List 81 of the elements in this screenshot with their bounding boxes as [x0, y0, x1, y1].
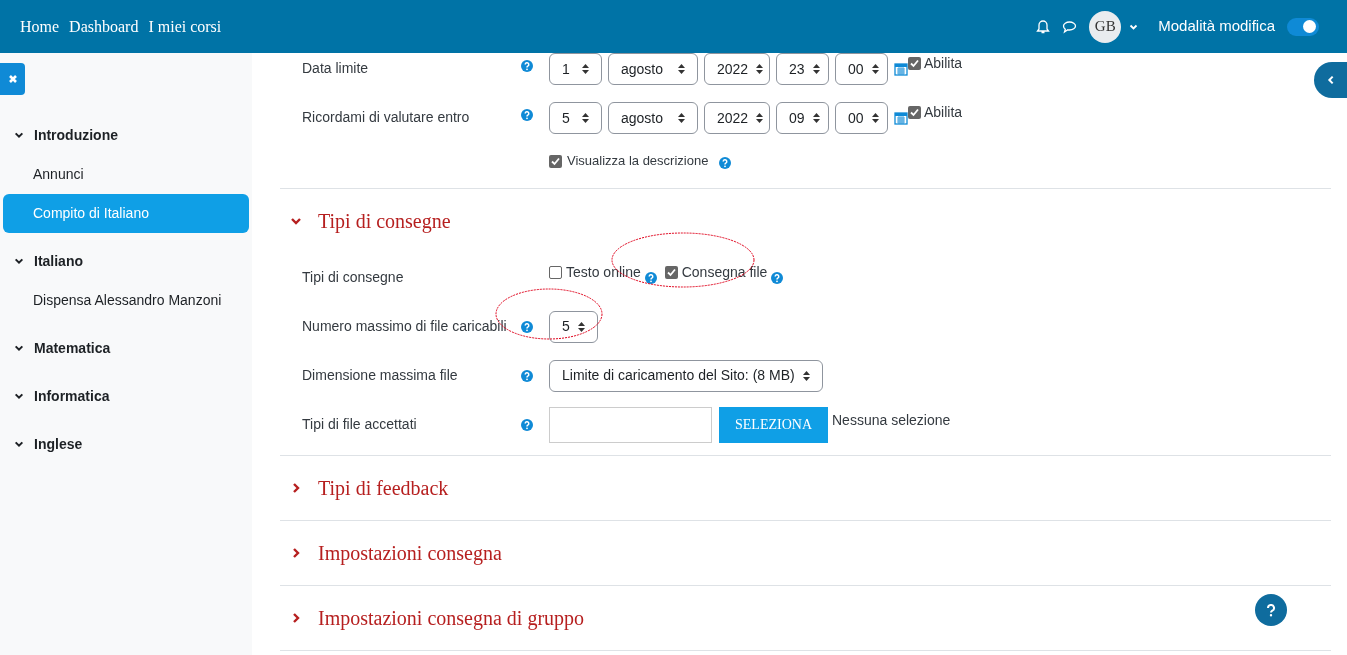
- edit-mode-label: Modalità modifica: [1158, 16, 1275, 37]
- close-icon: [7, 74, 18, 84]
- help-icon[interactable]: [521, 320, 533, 333]
- field-label: Tipi di file accettati: [302, 415, 418, 434]
- checkbox[interactable]: [908, 106, 921, 119]
- checkbox-label: Abilita: [924, 54, 963, 73]
- help-button[interactable]: [1255, 594, 1287, 626]
- checkbox-label: Abilita: [924, 103, 963, 122]
- drawer-toggle-button[interactable]: [1314, 62, 1347, 98]
- section-title[interactable]: Introduzione: [34, 124, 118, 146]
- help-icon[interactable]: [644, 271, 657, 284]
- field-label: Numero massimo di file caricabili: [302, 317, 508, 336]
- section-title[interactable]: Matematica: [34, 337, 111, 359]
- user-avatar[interactable]: GB: [1089, 10, 1122, 43]
- nav-link[interactable]: Dashboard: [69, 14, 139, 39]
- updown-icon: [582, 64, 589, 74]
- chat-icon[interactable]: [1062, 19, 1078, 34]
- close-drawer-button[interactable]: [0, 63, 25, 95]
- section-title[interactable]: Informatica: [34, 385, 110, 407]
- select-field[interactable]: 00: [835, 102, 888, 134]
- select-field[interactable]: 5: [549, 310, 598, 343]
- checkbox[interactable]: [549, 154, 562, 168]
- field-label: Data limite: [302, 59, 370, 78]
- nav-link[interactable]: I miei corsi: [148, 14, 222, 39]
- file-types-field[interactable]: [549, 406, 712, 443]
- help-icon[interactable]: [521, 60, 533, 72]
- field-label: Ricordami di valutare entro: [302, 108, 471, 127]
- help-icon: [1266, 603, 1276, 617]
- updown-icon: [802, 370, 810, 381]
- select-field[interactable]: 23: [776, 53, 829, 85]
- section-title[interactable]: Italiano: [34, 250, 83, 272]
- help-icon[interactable]: [719, 156, 732, 169]
- checkbox-label: Visualizza la descrizione: [567, 152, 709, 171]
- bell-icon[interactable]: [1036, 19, 1051, 34]
- checkbox-label: Testo online: [566, 263, 641, 282]
- help-icon[interactable]: [521, 109, 533, 121]
- checkbox[interactable]: [908, 57, 921, 70]
- help-icon[interactable]: [521, 369, 533, 382]
- select-field[interactable]: 2022: [704, 102, 770, 134]
- select-field[interactable]: agosto: [608, 102, 698, 134]
- select-field[interactable]: agosto: [608, 53, 698, 85]
- updown-icon: [756, 113, 764, 123]
- field-label: Dimensione massima file: [302, 366, 459, 385]
- chevron-right-icon[interactable]: [1325, 74, 1336, 86]
- chevron-right-icon[interactable]: [290, 482, 302, 494]
- select-field[interactable]: 00: [835, 53, 888, 85]
- selection-status: Nessuna selezione: [832, 411, 951, 430]
- field-label: Tipi di consegne: [302, 268, 405, 287]
- select-field[interactable]: 2022: [704, 53, 770, 85]
- chevron-right-icon[interactable]: [290, 547, 302, 559]
- help-icon[interactable]: [771, 271, 784, 284]
- updown-icon: [756, 64, 764, 74]
- section-heading[interactable]: Impostazioni consegna di gruppo: [318, 603, 585, 633]
- section-heading[interactable]: Impostazioni consegna: [318, 538, 502, 568]
- updown-icon: [871, 113, 879, 123]
- checkbox-label: Consegna file: [681, 263, 768, 282]
- edit-mode-switch[interactable]: [1287, 17, 1319, 36]
- section-heading[interactable]: Tipi di feedback: [318, 473, 449, 503]
- updown-icon: [812, 113, 820, 123]
- chevron-down-icon[interactable]: [290, 215, 302, 227]
- updown-icon: [678, 113, 685, 123]
- section-title[interactable]: Inglese: [34, 433, 83, 455]
- nav-link[interactable]: Home: [20, 14, 60, 39]
- updown-icon: [582, 113, 589, 123]
- select-field[interactable]: 1: [549, 53, 602, 85]
- checkbox[interactable]: [664, 266, 678, 279]
- help-icon[interactable]: [521, 418, 533, 431]
- updown-icon: [812, 64, 820, 74]
- updown-icon: [678, 64, 685, 74]
- section-heading[interactable]: Tipi di consegne: [318, 206, 451, 236]
- updown-icon: [871, 64, 879, 74]
- chevron-right-icon[interactable]: [290, 612, 302, 624]
- checkbox[interactable]: [549, 266, 562, 279]
- select-field[interactable]: Limite di caricamento del Sito: (8 MB): [549, 359, 823, 392]
- sidebar-item[interactable]: Annunci: [3, 155, 249, 194]
- sidebar-item[interactable]: Dispensa Alessandro Manzoni: [3, 281, 249, 320]
- select-field[interactable]: 09: [776, 102, 829, 134]
- calendar-icon[interactable]: [894, 62, 908, 76]
- select-field[interactable]: 5: [549, 102, 602, 134]
- calendar-icon[interactable]: [894, 111, 908, 125]
- updown-icon: [577, 321, 585, 332]
